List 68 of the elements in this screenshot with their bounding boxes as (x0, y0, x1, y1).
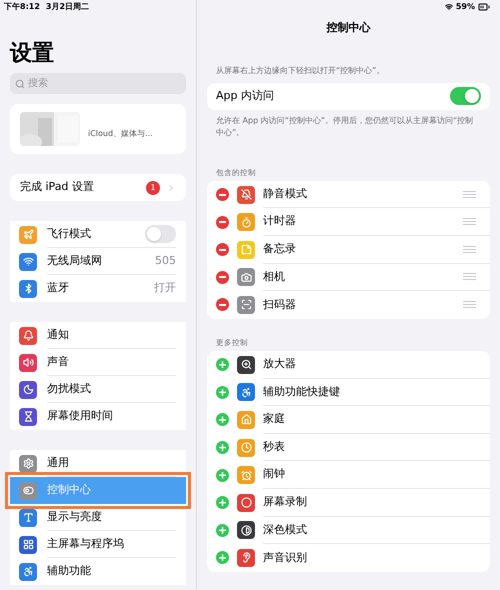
control-label: 秒表 (263, 438, 286, 455)
battery-percent: 59% (456, 1, 475, 13)
sidebar-item[interactable]: 通知 (10, 322, 186, 349)
item-label: 通知 (47, 326, 70, 343)
control-label: 辅助功能快捷键 (263, 384, 341, 400)
app-access-toggle[interactable] (450, 87, 481, 105)
control-label: 扫码器 (263, 296, 297, 313)
drag-handle-icon[interactable] (463, 190, 476, 198)
profile-subtitle: iCloud、媒体与... (88, 128, 153, 140)
control-label: 深色模式 (263, 522, 308, 538)
add-button[interactable] (216, 468, 229, 482)
add-button[interactable] (216, 358, 229, 372)
add-button[interactable] (216, 496, 229, 510)
status-time: 下午8:12 (4, 1, 40, 13)
item-label: 声音 (47, 354, 70, 370)
setup-label: 完成 iPad 设置 (20, 179, 95, 196)
control-label: 相机 (263, 268, 286, 285)
item-label: 显示与亮度 (47, 508, 103, 525)
item-label: 无线局域网 (47, 252, 103, 269)
sidebar-item[interactable]: 飞行模式 (10, 221, 186, 248)
drag-handle-icon[interactable] (463, 273, 476, 280)
item-label: 飞行模式 (47, 226, 92, 242)
control-label: 计时器 (263, 213, 297, 230)
drag-handle-icon[interactable] (463, 301, 476, 308)
control-label: 声音识别 (263, 550, 308, 566)
sidebar-title: 设置 (10, 40, 54, 68)
status-date: 3月2日周二 (46, 1, 90, 13)
remove-button[interactable] (216, 216, 229, 229)
remove-button[interactable] (216, 270, 229, 284)
setup-row[interactable]: 完成 iPad 设置 1 (10, 174, 186, 201)
item-label: 控制中心 (47, 482, 92, 498)
toggle-switch[interactable] (145, 225, 176, 243)
notification-badge: 1 (146, 180, 160, 194)
search-placeholder: 搜索 (28, 76, 48, 91)
control-label: 备忘录 (263, 240, 297, 257)
item-label: 主屏幕与程序坞 (47, 536, 125, 552)
intro-text: 从屏幕右上方边缘向下轻扫以打开“控制中心”。 (215, 64, 386, 76)
remove-button[interactable] (216, 243, 229, 256)
wifi-icon (444, 3, 453, 11)
add-button[interactable] (216, 413, 229, 426)
item-value: 打开 (154, 280, 176, 296)
item-label: 勿扰模式 (47, 380, 92, 397)
remove-button[interactable] (216, 188, 229, 202)
sidebar-item[interactable]: 通用 (10, 450, 186, 477)
add-button[interactable] (216, 386, 229, 399)
control-label: 家庭 (263, 411, 286, 428)
control-label: 闹钟 (263, 466, 286, 482)
control-label: 放大器 (263, 356, 297, 372)
add-button[interactable] (216, 441, 229, 454)
item-label: 蓝牙 (47, 280, 70, 296)
add-button[interactable] (216, 524, 229, 537)
search-icon (15, 78, 25, 88)
sidebar-item[interactable]: 显示与亮度 (10, 504, 186, 531)
drag-handle-icon[interactable] (463, 246, 476, 253)
app-access-label: App 内访问 (216, 88, 275, 104)
control-label: 静音模式 (263, 186, 308, 202)
profile-card[interactable]: iCloud、媒体与... (10, 104, 186, 154)
page-title: 控制中心 (326, 20, 370, 36)
item-label: 辅助功能 (47, 563, 92, 580)
item-label: 通用 (47, 454, 70, 471)
item-value: 505 (155, 252, 176, 269)
access-note: 允许在 App 内访问“控制中心”。停用后，您仍然可以从主屏幕访问“控制中心”。 (215, 114, 474, 138)
add-button[interactable] (216, 551, 229, 564)
battery-icon (478, 1, 490, 13)
item-label: 屏幕使用时间 (47, 408, 114, 424)
control-label: 屏幕录制 (263, 494, 308, 510)
drag-handle-icon[interactable] (463, 218, 476, 226)
remove-button[interactable] (216, 298, 229, 312)
